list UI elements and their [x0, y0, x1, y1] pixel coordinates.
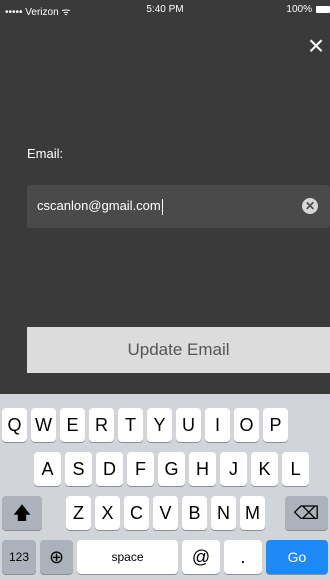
- key-k[interactable]: K: [251, 452, 278, 486]
- key-q[interactable]: Q: [2, 408, 27, 442]
- key-e[interactable]: E: [60, 408, 85, 442]
- text-cursor: [161, 198, 163, 215]
- status-time: 5:40 PM: [146, 4, 184, 15]
- key-j[interactable]: J: [220, 452, 247, 486]
- space-key[interactable]: space: [77, 540, 178, 574]
- key-p[interactable]: P: [263, 408, 288, 442]
- numbers-key[interactable]: 123: [2, 540, 36, 574]
- key-n[interactable]: N: [211, 496, 236, 530]
- key-l[interactable]: L: [282, 452, 309, 486]
- key-u[interactable]: U: [176, 408, 201, 442]
- key-a[interactable]: A: [34, 452, 61, 486]
- key-g[interactable]: G: [158, 452, 185, 486]
- email-field[interactable]: cscanlon@gmail.com ✕: [27, 185, 330, 228]
- backspace-key[interactable]: ⌫: [285, 496, 328, 530]
- backspace-icon: ⌫: [293, 503, 320, 523]
- shift-icon: 🡅: [12, 503, 32, 523]
- key-v[interactable]: V: [153, 496, 178, 530]
- battery-icon: [316, 6, 330, 13]
- key-z[interactable]: Z: [66, 496, 91, 530]
- key-c[interactable]: C: [124, 496, 149, 530]
- battery-percent: 100%: [286, 4, 312, 15]
- key-x[interactable]: X: [95, 496, 120, 530]
- key-h[interactable]: H: [189, 452, 216, 486]
- dot-key[interactable]: .: [224, 540, 262, 574]
- go-key[interactable]: Go: [266, 540, 328, 574]
- key-w[interactable]: W: [31, 408, 56, 442]
- key-d[interactable]: D: [96, 452, 123, 486]
- key-i[interactable]: I: [205, 408, 230, 442]
- status-bar: ••••• Verizon ᯤ 5:40 PM 100%: [0, 0, 330, 20]
- key-t[interactable]: T: [118, 408, 143, 442]
- key-b[interactable]: B: [182, 496, 207, 530]
- globe-key[interactable]: ⊕: [40, 540, 73, 574]
- key-m[interactable]: M: [240, 496, 265, 530]
- globe-icon: ⊕: [48, 547, 65, 567]
- key-o[interactable]: O: [234, 408, 259, 442]
- key-s[interactable]: S: [65, 452, 92, 486]
- email-input-value[interactable]: cscanlon@gmail.com: [37, 198, 163, 215]
- key-f[interactable]: F: [127, 452, 154, 486]
- at-key[interactable]: @: [182, 540, 220, 574]
- key-r[interactable]: R: [89, 408, 114, 442]
- key-y[interactable]: Y: [147, 408, 172, 442]
- shift-key[interactable]: 🡅: [2, 496, 42, 530]
- clear-text-icon[interactable]: ✕: [302, 198, 318, 214]
- close-icon[interactable]: ×: [304, 32, 328, 60]
- keyboard: Q W E R T Y U I O P A S D F G H J K L 🡅 …: [0, 394, 330, 579]
- update-email-button[interactable]: Update Email: [27, 327, 330, 373]
- email-label: Email:: [27, 146, 64, 161]
